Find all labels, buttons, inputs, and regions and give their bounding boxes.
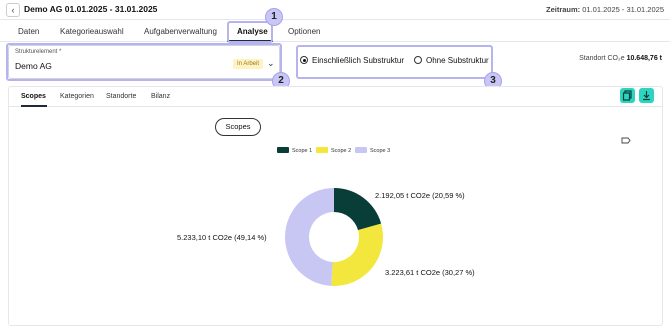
legend-item-scope-2[interactable]: Scope 2 (316, 147, 351, 154)
sub-tabs: Scopes Kategorien Standorte Bilanz (9, 87, 662, 107)
analysis-card: Scopes Kategorien Standorte Bilanz Scope… (8, 86, 663, 326)
tab-optionen[interactable]: Optionen (288, 27, 320, 36)
analysis-page: ‹ Demo AG 01.01.2025 - 31.01.2025 Zeitra… (0, 0, 670, 333)
tab-kategorieauswahl[interactable]: Kategorieauswahl (60, 27, 124, 36)
zeitraum: Zeitraum: 01.01.2025 - 31.01.2025 (546, 5, 664, 14)
subtab-standorte[interactable]: Standorte (106, 93, 136, 100)
copy-button[interactable] (620, 88, 635, 103)
standort-co2e: Standort CO₂e 10.648,76 t (579, 55, 662, 62)
data-label-scope-2: 3.223,61 t CO2e (30,27 %) (385, 268, 475, 277)
tab-aufgabenverwaltung[interactable]: Aufgabenverwaltung (144, 27, 217, 36)
data-label-scope-3: 5.233,10 t CO2e (49,14 %) (177, 233, 267, 242)
legend-label: Scope 2 (331, 148, 352, 154)
active-subtab-indicator (21, 105, 47, 107)
legend-label: Scope 1 (292, 148, 313, 154)
main-tabs: Daten Kategorieauswahl Aufgabenverwaltun… (0, 20, 670, 42)
legend-label: Scope 3 (370, 148, 391, 154)
subtab-scopes[interactable]: Scopes (21, 93, 46, 100)
tab-daten[interactable]: Daten (18, 27, 39, 36)
donut-slice-scope-3[interactable] (284, 188, 334, 286)
data-label-scope-1: 2.192,05 t CO2e (20,59 %) (375, 191, 465, 200)
copy-icon (622, 90, 632, 101)
subtab-kategorien[interactable]: Kategorien (60, 93, 94, 100)
highlight-analyse-tab (227, 21, 273, 43)
standort-label: Standort CO₂e (579, 55, 625, 62)
download-button[interactable] (639, 88, 654, 103)
chevron-left-icon: ‹ (11, 5, 15, 15)
standort-value: 10.648,76 t (626, 55, 662, 62)
annotation-badge-1: 1 (265, 8, 283, 26)
legend-swatch (355, 147, 367, 153)
subtab-bilanz[interactable]: Bilanz (151, 93, 170, 100)
donut-slice-scope-2[interactable] (331, 223, 383, 286)
legend-item-scope-3[interactable]: Scope 3 (355, 147, 390, 154)
back-button[interactable]: ‹ (6, 3, 20, 17)
zeitraum-value: 01.01.2025 - 31.01.2025 (582, 5, 664, 14)
page-header: ‹ Demo AG 01.01.2025 - 31.01.2025 Zeitra… (0, 0, 670, 20)
scopes-donut-chart (284, 188, 383, 286)
legend-item-scope-1[interactable]: Scope 1 (277, 147, 312, 154)
highlight-substruktur (296, 45, 493, 79)
page-title: Demo AG 01.01.2025 - 31.01.2025 (24, 4, 158, 14)
download-icon (643, 91, 650, 101)
chart-toggle-button[interactable]: Scopes (215, 118, 261, 136)
tag-icon[interactable] (621, 137, 631, 144)
legend-swatch (316, 147, 328, 153)
zeitraum-label: Zeitraum: (545, 5, 581, 14)
highlight-strukturelement (6, 43, 282, 81)
legend-swatch (277, 147, 289, 153)
